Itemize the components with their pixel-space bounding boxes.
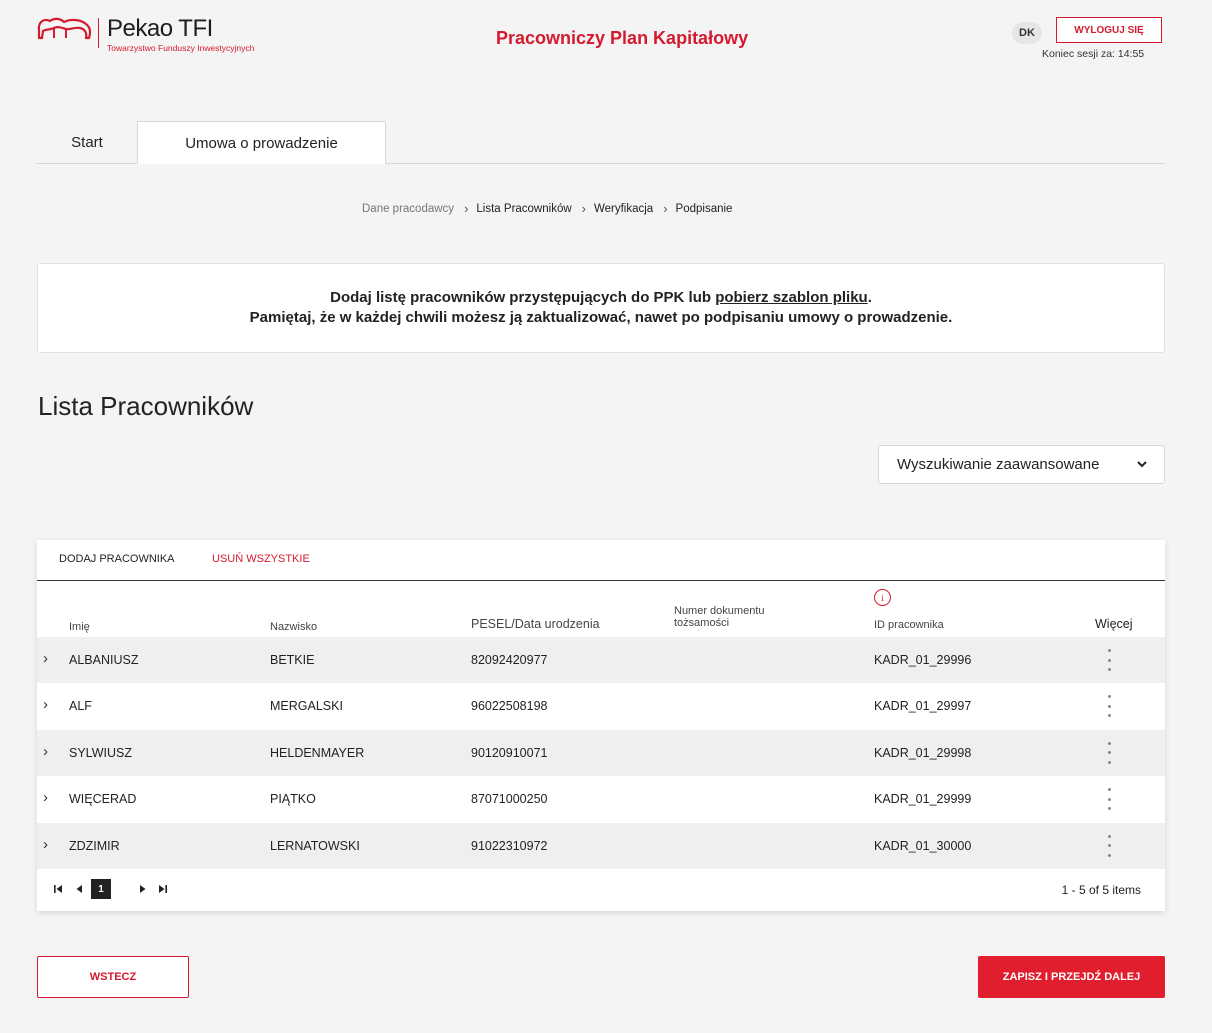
info-text: Dodaj listę pracowników przystępujących … bbox=[330, 289, 716, 306]
table-row[interactable]: › ALBANIUSZ BETKIE 82092420977 KADR_01_2… bbox=[37, 637, 1165, 684]
more-options-icon[interactable] bbox=[1102, 647, 1116, 673]
pekao-tfi-logo[interactable]: Pekao TFI Towarzystwo Funduszy Inwestycy… bbox=[36, 16, 254, 53]
cell-id-pracownika: KADR_01_29996 bbox=[874, 653, 972, 667]
breadcrumb-step-dane-pracodawcy[interactable]: Dane pracodawcy bbox=[362, 203, 454, 215]
advanced-search-dropdown[interactable]: Wyszukiwanie zaawansowane bbox=[878, 445, 1165, 484]
cell-nazwisko: BETKIE bbox=[270, 653, 315, 667]
more-options-icon[interactable] bbox=[1102, 740, 1116, 766]
cell-pesel: 96022508198 bbox=[471, 699, 548, 714]
cell-nazwisko: LERNATOWSKI bbox=[270, 838, 360, 853]
info-box: Dodaj listę pracowników przystępujących … bbox=[37, 263, 1165, 353]
brand-tagline: Towarzystwo Funduszy Inwestycyjnych bbox=[107, 43, 255, 53]
logo-text: Pekao TFI Towarzystwo Funduszy Inwestycy… bbox=[107, 15, 255, 54]
session-timer: Koniec sesji za: 14:55 bbox=[1042, 48, 1145, 60]
info-icon[interactable]: i bbox=[874, 589, 891, 606]
more-options-icon[interactable] bbox=[1102, 693, 1116, 719]
cell-nazwisko: HELDENMAYER bbox=[270, 745, 365, 760]
cell-pesel: 90120910071 bbox=[471, 745, 548, 760]
column-header-dokument-line2: tożsamości bbox=[674, 617, 730, 629]
table-body: › ALBANIUSZ BETKIE 82092420977 KADR_01_2… bbox=[37, 637, 1165, 869]
brand-name: Pekao TFI bbox=[107, 15, 213, 42]
expand-chevron-icon[interactable]: › bbox=[43, 836, 48, 853]
expand-chevron-icon[interactable]: › bbox=[43, 650, 48, 667]
main-tabs: Start Umowa o prowadzenie bbox=[37, 121, 1165, 164]
table-row[interactable]: › SYLWIUSZ HELDENMAYER 90120910071 KADR_… bbox=[37, 729, 1165, 777]
cell-imie: ZDZIMIR bbox=[69, 838, 120, 853]
prev-page-icon[interactable] bbox=[75, 881, 83, 897]
column-header-id-pracownika[interactable]: ID pracownika bbox=[874, 619, 944, 631]
column-header-imie[interactable]: Imię bbox=[69, 621, 90, 633]
breadcrumb: Dane pracodawcy › Lista Pracowników › We… bbox=[362, 201, 732, 216]
advanced-search-label: Wyszukiwanie zaawansowane bbox=[897, 456, 1100, 473]
table-row[interactable]: › ALF MERGALSKI 96022508198 KADR_01_2999… bbox=[37, 683, 1165, 730]
chevron-down-icon bbox=[1137, 461, 1147, 468]
cell-id-pracownika: KADR_01_29998 bbox=[874, 745, 972, 760]
cell-id-pracownika: KADR_01_29997 bbox=[874, 699, 972, 714]
delete-all-button[interactable]: USUŃ WSZYSTKIE bbox=[212, 553, 310, 565]
cell-pesel: 91022310972 bbox=[471, 838, 548, 853]
expand-chevron-icon[interactable]: › bbox=[43, 743, 48, 760]
table-row[interactable]: › WIĘCERAD PIĄTKO 87071000250 KADR_01_29… bbox=[37, 776, 1165, 823]
more-options-icon[interactable] bbox=[1102, 833, 1116, 859]
employees-table: DODAJ PRACOWNIKA USUŃ WSZYSTKIE Imię Naz… bbox=[37, 540, 1165, 911]
user-avatar[interactable]: DK bbox=[1012, 22, 1042, 44]
section-title: Lista Pracowników bbox=[38, 391, 254, 421]
app-title: Pracowniczy Plan Kapitałowy bbox=[496, 28, 749, 48]
cell-imie: WIĘCERAD bbox=[69, 792, 137, 807]
app-header: Pekao TFI Towarzystwo Funduszy Inwestycy… bbox=[0, 0, 1212, 80]
add-employee-button[interactable]: DODAJ PRACOWNIKA bbox=[59, 553, 175, 565]
logo-divider bbox=[98, 18, 99, 48]
table-header: Imię Nazwisko PESEL/Data urodzenia Numer… bbox=[37, 581, 1165, 637]
cell-nazwisko: PIĄTKO bbox=[270, 792, 316, 807]
info-line-2: Pamiętaj, że w każdej chwili możesz ją z… bbox=[249, 309, 953, 326]
bison-logo-icon bbox=[37, 17, 92, 40]
more-options-icon[interactable] bbox=[1102, 786, 1116, 812]
info-text-end: . bbox=[867, 289, 872, 306]
table-toolbar: DODAJ PRACOWNIKA USUŃ WSZYSTKIE bbox=[37, 540, 1165, 581]
cell-imie: ALBANIUSZ bbox=[69, 653, 139, 667]
breadcrumb-step-weryfikacja[interactable]: Weryfikacja bbox=[594, 203, 653, 215]
info-line-1: Dodaj listę pracowników przystępujących … bbox=[38, 288, 1164, 308]
breadcrumb-step-podpisanie[interactable]: Podpisanie bbox=[676, 203, 733, 215]
column-header-dokument[interactable]: Numer dokumentu tożsamości bbox=[674, 605, 765, 629]
column-header-nazwisko[interactable]: Nazwisko bbox=[270, 621, 317, 633]
expand-chevron-icon[interactable]: › bbox=[43, 789, 48, 806]
chevron-right-icon: › bbox=[663, 201, 668, 216]
cell-nazwisko: MERGALSKI bbox=[270, 699, 343, 714]
pagination: 1 1 - 5 of 5 items bbox=[37, 869, 1165, 911]
cell-imie: ALF bbox=[69, 699, 92, 714]
last-page-icon[interactable] bbox=[158, 881, 168, 897]
table-row[interactable]: › ZDZIMIR LERNATOWSKI 91022310972 KADR_0… bbox=[37, 822, 1165, 869]
column-header-wiecej: Więcej bbox=[1095, 617, 1133, 631]
save-and-continue-button[interactable]: ZAPISZ I PRZEJDŹ DALEJ bbox=[978, 956, 1165, 998]
tab-start[interactable]: Start bbox=[37, 121, 137, 163]
first-page-icon[interactable] bbox=[53, 881, 63, 897]
logout-button[interactable]: WYLOGUJ SIĘ bbox=[1056, 17, 1162, 43]
column-header-pesel[interactable]: PESEL/Data urodzenia bbox=[471, 617, 600, 631]
cell-imie: SYLWIUSZ bbox=[69, 745, 132, 760]
column-header-dokument-line1: Numer dokumentu bbox=[674, 605, 765, 617]
breadcrumb-step-lista-pracownikow[interactable]: Lista Pracowników bbox=[476, 203, 571, 215]
cell-id-pracownika: KADR_01_30000 bbox=[874, 838, 972, 853]
expand-chevron-icon[interactable]: › bbox=[43, 696, 48, 713]
chevron-right-icon: › bbox=[464, 201, 469, 216]
chevron-right-icon: › bbox=[581, 201, 586, 216]
tab-umowa-o-prowadzenie[interactable]: Umowa o prowadzenie bbox=[137, 121, 386, 164]
next-page-icon[interactable] bbox=[139, 881, 147, 897]
cell-id-pracownika: KADR_01_29999 bbox=[874, 792, 972, 807]
current-page-button[interactable]: 1 bbox=[91, 879, 111, 899]
cell-pesel: 82092420977 bbox=[471, 653, 548, 667]
cell-pesel: 87071000250 bbox=[471, 792, 548, 807]
back-button[interactable]: WSTECZ bbox=[37, 956, 189, 998]
pagination-info: 1 - 5 of 5 items bbox=[1061, 883, 1141, 897]
download-template-link[interactable]: pobierz szablon pliku bbox=[715, 289, 868, 306]
